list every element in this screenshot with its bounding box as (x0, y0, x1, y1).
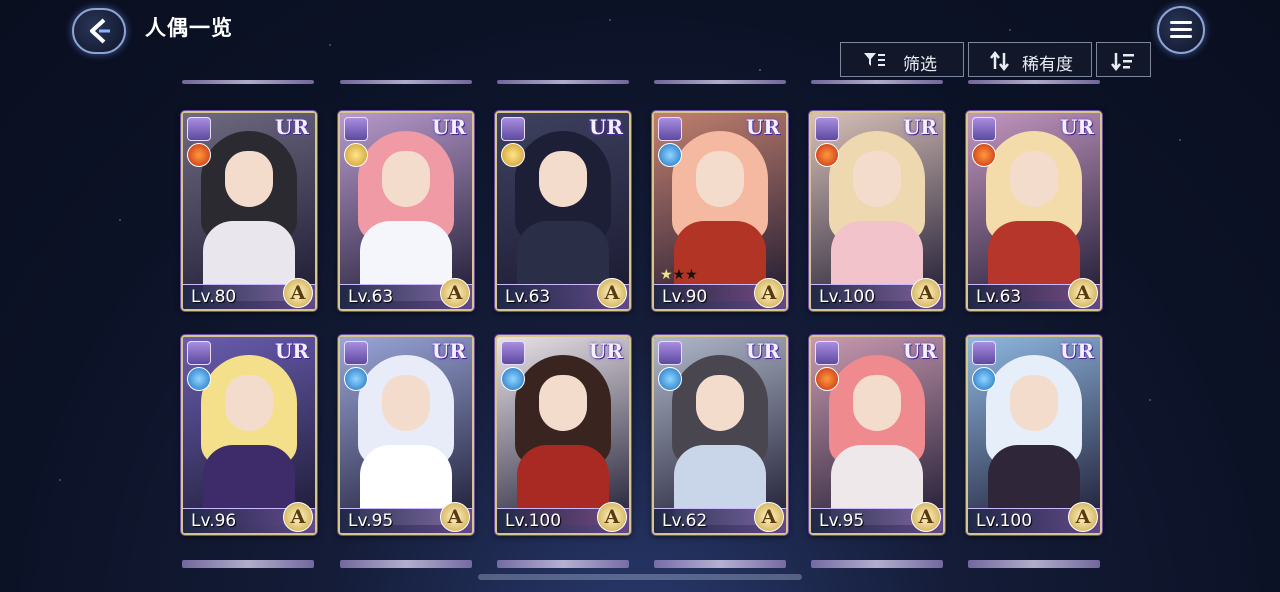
star-icon: ★ (660, 267, 673, 283)
rarity-badge: UR (274, 339, 309, 363)
filter-icon (864, 53, 885, 66)
menu-icon (1170, 21, 1192, 24)
doll-card[interactable]: UR Lv.63 A (338, 111, 474, 311)
level-label: Lv.63 (505, 287, 551, 307)
class-icon (658, 341, 682, 365)
grade-badge: A (911, 278, 941, 308)
water-element-icon (344, 367, 368, 391)
back-arrow-icon (90, 18, 110, 44)
fire-element-icon (972, 143, 996, 167)
doll-card[interactable]: UR Lv.80 A (181, 111, 317, 311)
rarity-badge: UR (431, 115, 466, 139)
water-element-icon (187, 367, 211, 391)
doll-card[interactable]: UR Lv.95 A (338, 335, 474, 535)
doll-card[interactable]: UR Lv.96 A (181, 335, 317, 535)
grade-badge: A (597, 502, 627, 532)
level-label: Lv.62 (662, 511, 708, 531)
light-element-icon (344, 143, 368, 167)
sort-descending-icon (1111, 53, 1134, 71)
class-icon (658, 117, 682, 141)
rarity-badge: UR (1059, 339, 1094, 363)
doll-card[interactable]: UR Lv.90 A ★★★ (652, 111, 788, 311)
doll-card[interactable]: UR Lv.63 A (966, 111, 1102, 311)
light-element-icon (501, 143, 525, 167)
class-icon (815, 117, 839, 141)
water-element-icon (658, 143, 682, 167)
sort-rarity-button[interactable]: 稀有度 (968, 42, 1092, 77)
grade-badge: A (283, 502, 313, 532)
rarity-badge: UR (745, 339, 780, 363)
grade-badge: A (1068, 502, 1098, 532)
water-element-icon (972, 367, 996, 391)
level-label: Lv.96 (191, 511, 237, 531)
scroll-indicator[interactable] (478, 574, 802, 580)
level-label: Lv.100 (505, 511, 562, 531)
doll-card[interactable]: UR Lv.63 A (495, 111, 631, 311)
card-row-peek (182, 560, 314, 568)
doll-card[interactable]: UR Lv.62 A (652, 335, 788, 535)
doll-card[interactable]: UR Lv.100 A (966, 335, 1102, 535)
class-icon (344, 117, 368, 141)
filter-label: 筛选 (903, 55, 937, 75)
rarity-badge: UR (902, 115, 937, 139)
level-label: Lv.100 (819, 287, 876, 307)
class-icon (815, 341, 839, 365)
star-icon: ★ (685, 267, 698, 283)
grade-badge: A (754, 278, 784, 308)
rarity-badge: UR (902, 339, 937, 363)
water-element-icon (658, 367, 682, 391)
card-row-peek (182, 80, 314, 84)
grade-badge: A (754, 502, 784, 532)
level-label: Lv.100 (976, 511, 1033, 531)
sort-label: 稀有度 (1022, 55, 1073, 75)
level-label: Lv.63 (348, 287, 394, 307)
grade-badge: A (283, 278, 313, 308)
sort-arrows-icon (990, 51, 1009, 71)
level-label: Lv.95 (348, 511, 394, 531)
doll-card[interactable]: UR Lv.95 A (809, 335, 945, 535)
star-icon: ★ (672, 267, 686, 283)
grade-badge: A (440, 502, 470, 532)
grade-badge: A (440, 278, 470, 308)
level-label: Lv.95 (819, 511, 865, 531)
back-button[interactable] (72, 8, 126, 54)
class-icon (972, 341, 996, 365)
level-label: Lv.80 (191, 287, 237, 307)
class-icon (501, 341, 525, 365)
class-icon (972, 117, 996, 141)
class-icon (187, 117, 211, 141)
rarity-badge: UR (1059, 115, 1094, 139)
rarity-badge: UR (431, 339, 466, 363)
doll-card[interactable]: UR Lv.100 A (809, 111, 945, 311)
grade-badge: A (1068, 278, 1098, 308)
class-icon (501, 117, 525, 141)
level-label: Lv.63 (976, 287, 1022, 307)
fire-element-icon (187, 143, 211, 167)
level-label: Lv.90 (662, 287, 708, 307)
sort-order-button[interactable] (1096, 42, 1151, 77)
rarity-badge: UR (274, 115, 309, 139)
filter-button[interactable]: 筛选 (840, 42, 964, 77)
menu-button[interactable] (1157, 6, 1205, 54)
grade-badge: A (911, 502, 941, 532)
water-element-icon (501, 367, 525, 391)
rarity-badge: UR (588, 339, 623, 363)
grade-badge: A (597, 278, 627, 308)
fire-element-icon (815, 367, 839, 391)
fire-element-icon (815, 143, 839, 167)
rarity-badge: UR (588, 115, 623, 139)
doll-card[interactable]: UR Lv.100 A (495, 335, 631, 535)
star-rank: ★★★ (660, 267, 698, 283)
rarity-badge: UR (745, 115, 780, 139)
class-icon (344, 341, 368, 365)
class-icon (187, 341, 211, 365)
page-title: 人偶一览 (145, 16, 233, 40)
